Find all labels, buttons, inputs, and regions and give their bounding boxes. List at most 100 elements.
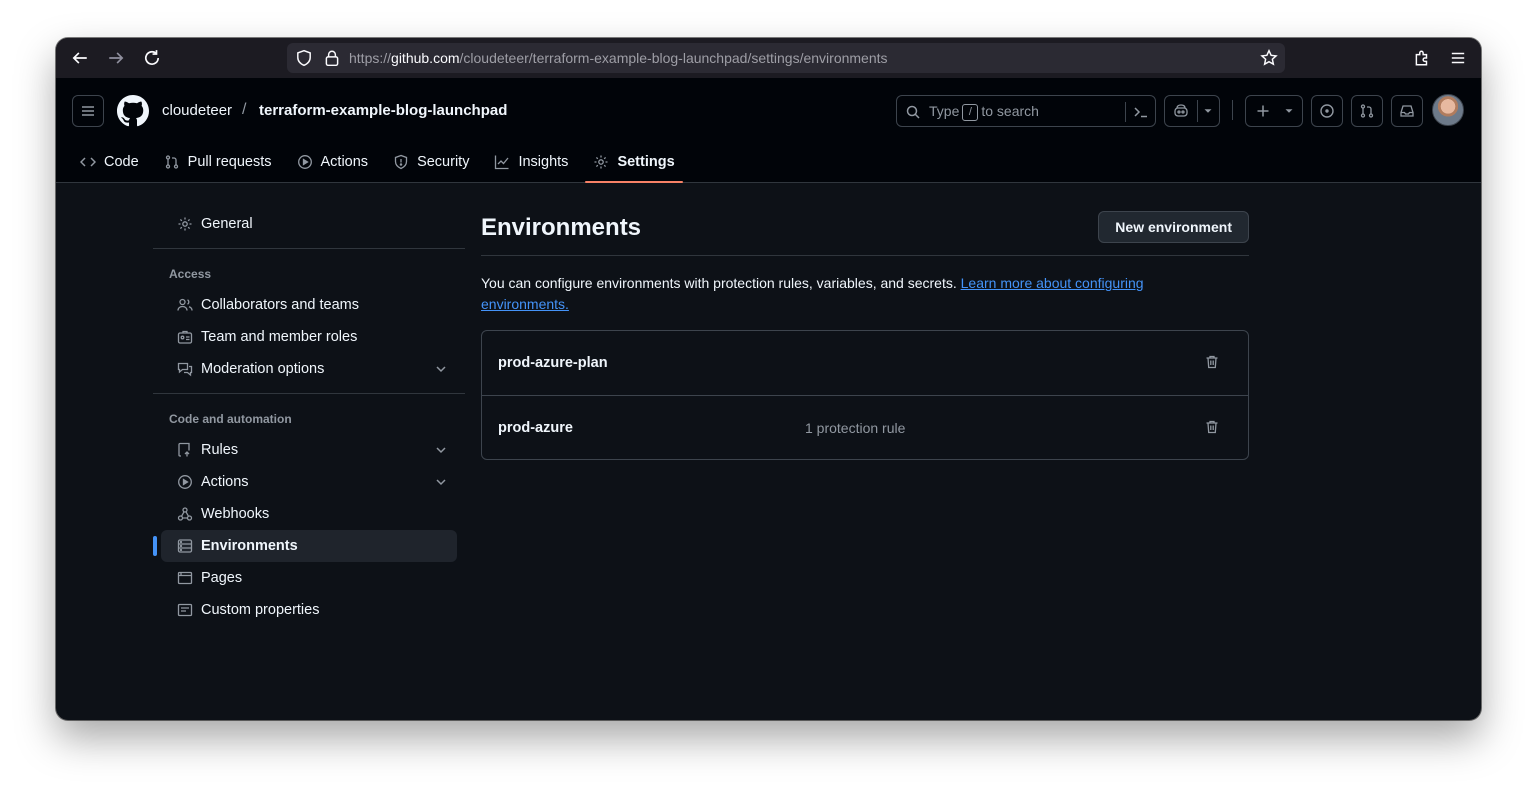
sidebar-item-label: Moderation options — [201, 361, 325, 377]
tab-label: Settings — [617, 154, 675, 170]
description-text: You can configure environments with prot… — [481, 275, 1144, 312]
tab-pull-requests[interactable]: Pull requests — [156, 142, 280, 182]
search-icon — [906, 105, 920, 119]
bookmark-star-icon[interactable] — [1260, 49, 1278, 67]
environment-row: prod-azure 1 protection rule — [482, 395, 1248, 459]
triangle-down-icon — [1285, 109, 1293, 113]
hamburger-icon — [1451, 52, 1465, 64]
inbox-button[interactable] — [1391, 95, 1423, 127]
sidebar-item-label: Pages — [201, 570, 243, 586]
sidebar-item-collaborators[interactable]: Collaborators and teams — [161, 289, 457, 321]
issue-opened-icon — [1320, 104, 1334, 118]
chevron-down-icon[interactable] — [433, 361, 449, 377]
tab-label: Actions — [320, 154, 369, 170]
chevron-down-icon[interactable] — [433, 474, 449, 490]
breadcrumb-separator: / — [242, 101, 247, 118]
plus-icon — [1257, 105, 1269, 117]
play-icon — [297, 155, 312, 169]
sidebar-item-label: Team and member roles — [201, 329, 358, 345]
environment-row: prod-azure-plan — [482, 331, 1248, 395]
sidebar-item-label: Actions — [201, 474, 249, 490]
sidebar-divider — [153, 248, 465, 249]
git-pull-request-icon — [1360, 104, 1374, 118]
browser-window: https://github.com/cloudeteer/terraform-… — [56, 38, 1481, 720]
copilot-button[interactable] — [1164, 95, 1220, 127]
sidebar-item-custom-properties[interactable]: Custom properties — [161, 594, 457, 626]
sidebar-item-label: Webhooks — [201, 506, 270, 522]
trash-icon — [1206, 420, 1218, 434]
sidebar-item-label: Rules — [201, 442, 239, 458]
github-header: cloudeteer / terraform-example-blog-laun… — [56, 78, 1481, 183]
environment-list: prod-azure-plan prod-azure 1 protection … — [481, 330, 1249, 460]
sidebar-item-label: Environments — [201, 538, 298, 554]
search-shortcut-key: / — [962, 103, 979, 121]
tab-label: Insights — [518, 154, 569, 170]
three-bars-icon — [82, 106, 94, 116]
reload-icon — [144, 50, 160, 65]
note-icon — [177, 603, 193, 617]
copilot-icon — [1174, 104, 1188, 117]
pull-request-icon — [165, 155, 178, 169]
copilot-divider — [1197, 100, 1198, 122]
people-icon — [177, 298, 193, 311]
arrow-right-icon — [109, 52, 124, 64]
delete-environment-button[interactable] — [1204, 419, 1220, 435]
comment-discussion-icon — [177, 362, 193, 377]
gear-icon — [178, 217, 192, 231]
sidebar-item-moderation[interactable]: Moderation options — [161, 353, 457, 385]
sidebar-item-team-roles[interactable]: Team and member roles — [161, 321, 457, 353]
github-logo-icon[interactable] — [117, 95, 149, 127]
graph-icon — [495, 155, 509, 170]
chevron-down-icon[interactable] — [433, 442, 449, 458]
delete-environment-button[interactable] — [1204, 354, 1220, 370]
reload-button[interactable] — [140, 46, 164, 70]
sidebar-item-webhooks[interactable]: Webhooks — [161, 498, 457, 530]
forward-button[interactable] — [104, 46, 128, 70]
play-icon — [178, 475, 192, 489]
sidebar-item-rules[interactable]: Rules — [161, 434, 457, 466]
tab-actions[interactable]: Actions — [289, 142, 377, 182]
command-palette-icon[interactable] — [1133, 104, 1149, 120]
pull-requests-button[interactable] — [1351, 95, 1383, 127]
search-placeholder: Type / to search — [929, 103, 1039, 121]
triangle-down-icon[interactable] — [1201, 104, 1215, 118]
sidebar-item-actions[interactable]: Actions — [161, 466, 457, 498]
tab-code[interactable]: Code — [72, 142, 147, 182]
breadcrumb-owner-link[interactable]: cloudeteer — [162, 102, 232, 119]
repo-tabs: Code Pull requests Actions Security Insi… — [72, 142, 692, 183]
server-icon — [177, 539, 193, 553]
address-bar[interactable]: https://github.com/cloudeteer/terraform-… — [287, 43, 1285, 73]
breadcrumb-repo-link[interactable]: terraform-example-blog-launchpad — [259, 102, 507, 119]
shield-icon[interactable] — [295, 49, 313, 67]
extensions-button[interactable] — [1410, 46, 1434, 70]
new-environment-button[interactable]: New environment — [1098, 211, 1249, 243]
app-menu-button[interactable] — [1446, 46, 1470, 70]
puzzle-icon — [1415, 50, 1428, 66]
arrow-left-icon — [72, 52, 87, 64]
webhook-icon — [177, 507, 193, 521]
tab-label: Code — [104, 154, 139, 170]
tab-security[interactable]: Security — [385, 142, 477, 182]
search-divider — [1125, 102, 1126, 122]
issues-button[interactable] — [1311, 95, 1343, 127]
inbox-icon — [1400, 105, 1414, 117]
environment-name-link[interactable]: prod-azure — [498, 420, 573, 436]
sidebar-item-environments[interactable]: Environments — [153, 530, 457, 562]
sidebar-group-code-automation: Code and automation — [169, 412, 292, 426]
environment-name-link[interactable]: prod-azure-plan — [498, 355, 608, 371]
sidebar-item-general[interactable]: General — [161, 208, 457, 240]
create-new-button[interactable] — [1245, 95, 1303, 127]
header-divider — [1232, 100, 1233, 120]
global-nav-menu-button[interactable] — [72, 95, 104, 127]
tab-settings[interactable]: Settings — [585, 142, 683, 183]
search-input[interactable]: Type / to search — [896, 95, 1156, 127]
user-avatar[interactable] — [1432, 94, 1464, 126]
back-button[interactable] — [68, 46, 92, 70]
lock-icon[interactable] — [323, 49, 341, 67]
title-divider — [481, 255, 1249, 256]
tab-insights[interactable]: Insights — [486, 142, 576, 182]
repo-push-icon — [178, 442, 190, 457]
id-badge-icon — [177, 330, 193, 344]
sidebar-item-label: Custom properties — [201, 602, 320, 618]
sidebar-item-pages[interactable]: Pages — [161, 562, 457, 594]
